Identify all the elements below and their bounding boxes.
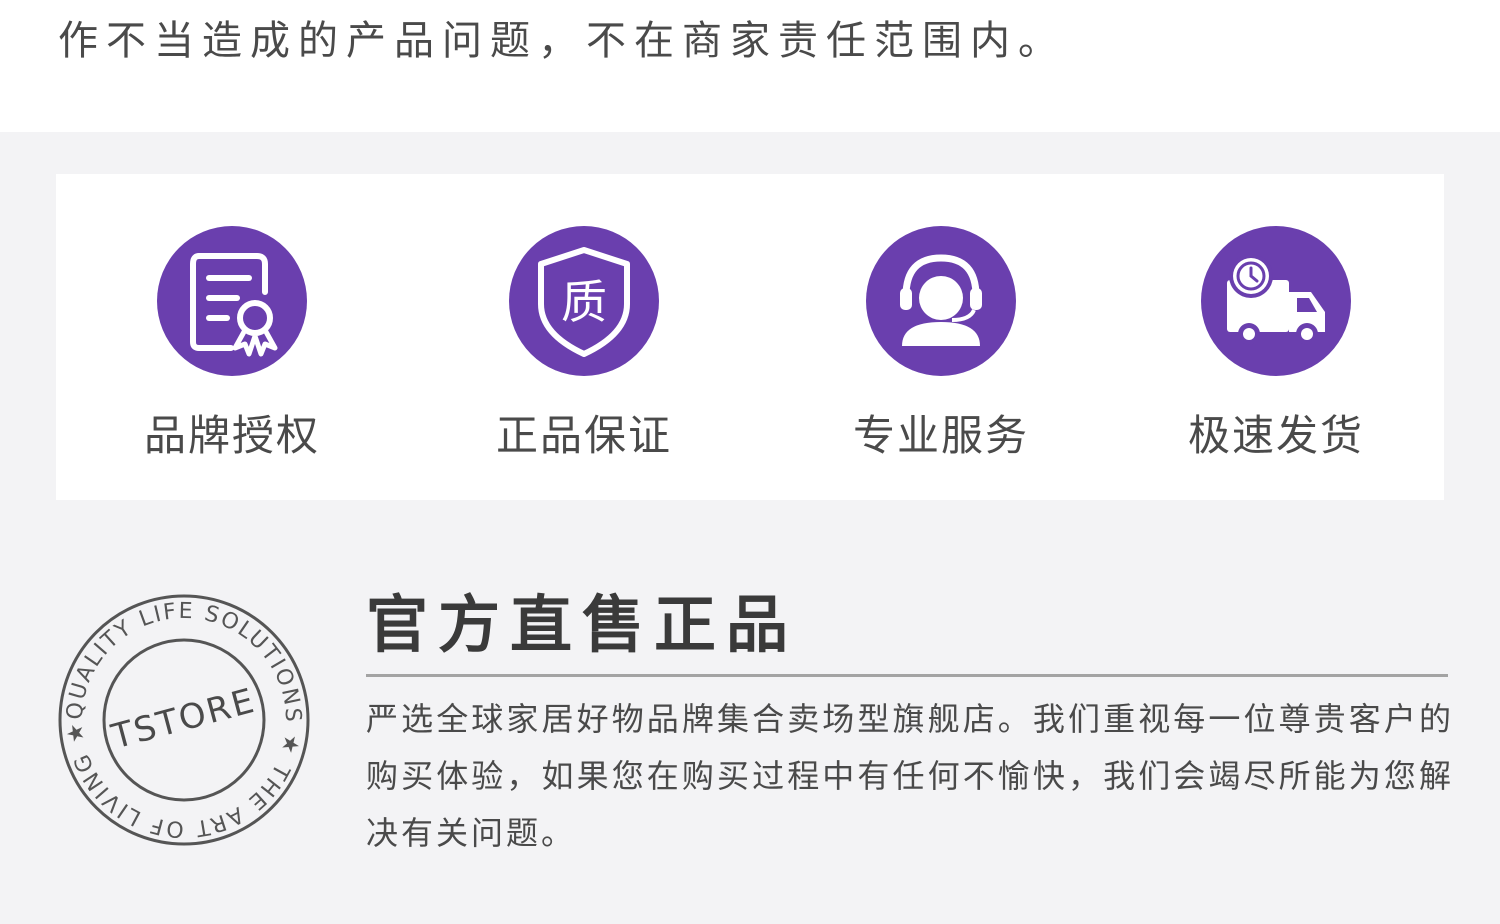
notice-strip: 作不当造成的产品问题，不在商家责任范围内。 [0, 0, 1500, 132]
feature-fast-delivery: 极速发货 [1126, 174, 1426, 500]
customer-service-icon [866, 226, 1016, 376]
feature-card: 品牌授权 质 正品保证 专业服务 极速发货 [56, 174, 1444, 500]
certificate-icon [157, 226, 307, 376]
official-heading: 官方直售正品 [366, 588, 799, 661]
seal-center-text: TSTORE [107, 681, 260, 758]
feature-label: 极速发货 [1187, 411, 1364, 460]
tstore-seal: QUALITY LIFE SOLUTIONS ★ THE ART OF LIVI… [56, 592, 312, 848]
feature-label: 正品保证 [495, 411, 672, 460]
heading-divider [366, 674, 1448, 677]
notice-text: 作不当造成的产品问题，不在商家责任范围内。 [58, 18, 1066, 64]
feature-brand-authorization: 品牌授权 [82, 174, 382, 500]
delivery-truck-icon [1201, 226, 1351, 376]
official-description: 严选全球家居好物品牌集合卖场型旗舰店。我们重视每一位尊贵客户的购买体验，如果您在… [366, 700, 1454, 852]
svg-text:质: 质 [561, 275, 607, 329]
page: 作不当造成的产品问题，不在商家责任范围内。 品牌授权 质 正品保证 专业服务 极… [0, 0, 1500, 924]
feature-label: 专业服务 [852, 411, 1029, 460]
feature-authentic-guarantee: 质 正品保证 [434, 174, 734, 500]
feature-label: 品牌授权 [143, 411, 320, 460]
official-section: 官方直售正品 严选全球家居好物品牌集合卖场型旗舰店。我们重视每一位尊贵客户的购买… [366, 586, 1456, 862]
quality-shield-icon: 质 [509, 226, 659, 376]
feature-professional-service: 专业服务 [791, 174, 1091, 500]
